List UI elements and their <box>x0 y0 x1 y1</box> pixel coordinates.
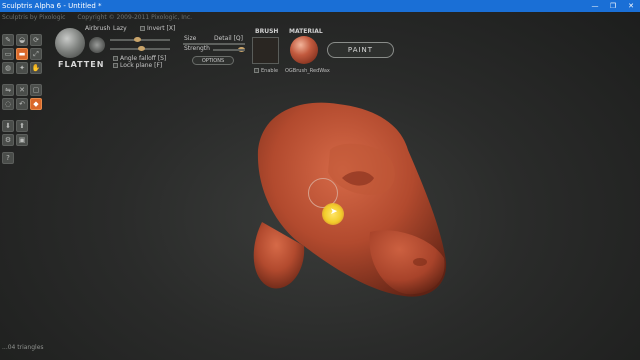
airbrush-label: Airbrush <box>85 25 111 32</box>
flatten-tool-icon[interactable]: ▭ <box>2 48 14 60</box>
strength-label: Strength <box>184 45 210 52</box>
settings-icon[interactable]: ⚙ <box>2 134 14 146</box>
checkbox-icon[interactable] <box>113 63 118 68</box>
size-slider[interactable] <box>183 43 245 45</box>
mouse-pointer-icon: ➤ <box>330 207 338 217</box>
brush-texture-swatch[interactable] <box>252 37 279 64</box>
lazy-slider-handle[interactable] <box>134 37 141 42</box>
lazy-secondary-handle[interactable] <box>138 46 145 51</box>
app-credit: Sculptris by Pixologic <box>2 14 66 21</box>
wire-toggle-icon[interactable]: ◆ <box>30 98 42 110</box>
app-info-line: Sculptris by Pixologic Copyright © 2009-… <box>2 14 202 21</box>
copyright-text: Copyright © 2009-2011 Pixologic, Inc. <box>77 14 193 21</box>
inflate-tool-icon[interactable]: ◍ <box>2 62 14 74</box>
lazy-label: Lazy <box>113 25 127 32</box>
help-icon[interactable]: ? <box>2 152 14 164</box>
symmetry-icon[interactable]: ⇋ <box>2 84 14 96</box>
smooth-icon[interactable]: ◌ <box>2 98 14 110</box>
reduce-brush-icon[interactable]: ▢ <box>30 84 42 96</box>
triangle-count: ...04 triangles <box>2 344 44 351</box>
angle-falloff-label: Angle falloff [S] <box>120 55 167 62</box>
angle-falloff-checkbox[interactable]: Angle falloff [S] <box>113 55 166 62</box>
sculpt-model <box>253 102 447 297</box>
scale-tool-icon[interactable]: ⤢ <box>30 48 42 60</box>
save-icon[interactable]: ▣ <box>16 134 28 146</box>
brush-name: FLATTEN <box>58 60 105 69</box>
enable-checkbox[interactable]: Enable <box>254 68 278 74</box>
undo-icon[interactable]: ↶ <box>16 98 28 110</box>
brush-preview-icon <box>55 28 85 58</box>
invert-label: Invert [X] <box>147 25 176 32</box>
draw-tool-icon[interactable]: ✎ <box>2 34 14 46</box>
title-bar: Sculptris Alpha 6 - Untitled * — ❐ ✕ <box>0 0 640 12</box>
enable-label: Enable <box>261 68 279 74</box>
restore-button[interactable]: ❐ <box>604 0 622 12</box>
lock-plane-label: Lock plane [F] <box>120 62 163 69</box>
detail-label: Detail [Q] <box>214 35 243 42</box>
checkbox-icon[interactable] <box>113 56 118 61</box>
grab-tool-icon[interactable]: ✋ <box>30 62 42 74</box>
material-name: OGBrush_RedWax <box>285 68 330 74</box>
strength-slider[interactable] <box>213 49 245 51</box>
options-button[interactable]: OPTIONS <box>192 56 234 65</box>
crease-tool-icon[interactable]: ◒ <box>16 34 28 46</box>
checkbox-icon[interactable] <box>140 26 145 31</box>
import-icon[interactable]: ⬇ <box>2 120 14 132</box>
window-title: Sculptris Alpha 6 - Untitled * <box>2 2 102 10</box>
airbrush-toggle[interactable] <box>89 37 105 53</box>
paint-button[interactable]: PAINT <box>327 42 394 58</box>
invert-checkbox[interactable]: Invert [X] <box>140 25 175 32</box>
material-preview[interactable] <box>290 36 318 64</box>
material-section-label: MATERIAL <box>289 28 323 35</box>
flatten-active-tool-icon[interactable]: ▬ <box>16 48 28 60</box>
close-button[interactable]: ✕ <box>622 0 640 12</box>
lock-plane-checkbox[interactable]: Lock plane [F] <box>113 62 162 69</box>
brush-section-label: BRUSH <box>255 28 279 35</box>
minimize-button[interactable]: — <box>586 0 604 12</box>
rotate-tool-icon[interactable]: ⟳ <box>30 34 42 46</box>
size-label: Size <box>184 35 197 42</box>
checkbox-icon[interactable] <box>254 68 259 73</box>
mask-icon[interactable]: ✕ <box>16 84 28 96</box>
export-icon[interactable]: ⬆ <box>16 120 28 132</box>
pinch-tool-icon[interactable]: ✦ <box>16 62 28 74</box>
